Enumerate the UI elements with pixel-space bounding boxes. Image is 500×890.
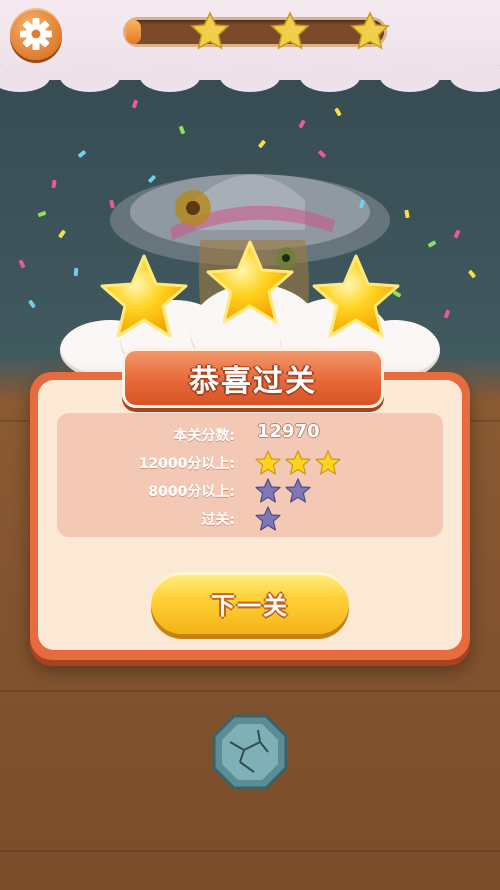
gear-icon xyxy=(20,18,52,50)
purple-star-icon xyxy=(255,478,281,503)
stat-label: 过关: xyxy=(201,512,235,528)
stat-stars xyxy=(254,450,344,476)
stat-row-pass: 过关: xyxy=(57,505,443,533)
progress-star-icon xyxy=(350,11,390,50)
stat-stars xyxy=(254,478,314,504)
gold-star-icon xyxy=(255,450,281,475)
earned-star-icon xyxy=(312,254,400,338)
level-progress-fill xyxy=(126,20,142,44)
purple-star-icon xyxy=(255,506,281,531)
wood-plank-line xyxy=(0,690,500,692)
level-score-value: 12970 xyxy=(257,421,320,442)
earned-star-icon xyxy=(100,254,188,338)
stats-box: 本关分数: 12970 12000分以上: 8000分以上: 过关: xyxy=(57,413,443,537)
gold-star-icon xyxy=(315,450,341,475)
level-complete-title: 恭喜过关 xyxy=(189,364,317,399)
stat-stars xyxy=(254,506,284,532)
progress-star-icon xyxy=(270,11,310,50)
stat-label: 本关分数: xyxy=(173,428,235,444)
stone-gem-icon[interactable] xyxy=(210,712,290,792)
stat-row-three-star: 12000分以上: xyxy=(57,449,443,477)
stat-label: 8000分以上: xyxy=(148,484,235,500)
stat-row-two-star: 8000分以上: xyxy=(57,477,443,505)
gold-star-icon xyxy=(285,450,311,475)
earned-star-icon xyxy=(206,240,294,324)
settings-button[interactable] xyxy=(10,8,62,60)
level-complete-banner: 恭喜过关 xyxy=(122,348,384,408)
game-screen: 恭喜过关 本关分数: 12970 12000分以上: 8000分以上: 过关: … xyxy=(0,0,500,890)
wood-plank-line xyxy=(0,850,500,852)
purple-star-icon xyxy=(285,478,311,503)
stat-row-score: 本关分数: 12970 xyxy=(57,421,443,449)
level-progress-bar xyxy=(126,11,390,50)
next-level-label: 下一关 xyxy=(211,591,289,620)
stat-label: 12000分以上: xyxy=(138,456,235,472)
next-level-button[interactable]: 下一关 xyxy=(151,572,349,634)
progress-star-icon xyxy=(190,11,230,50)
